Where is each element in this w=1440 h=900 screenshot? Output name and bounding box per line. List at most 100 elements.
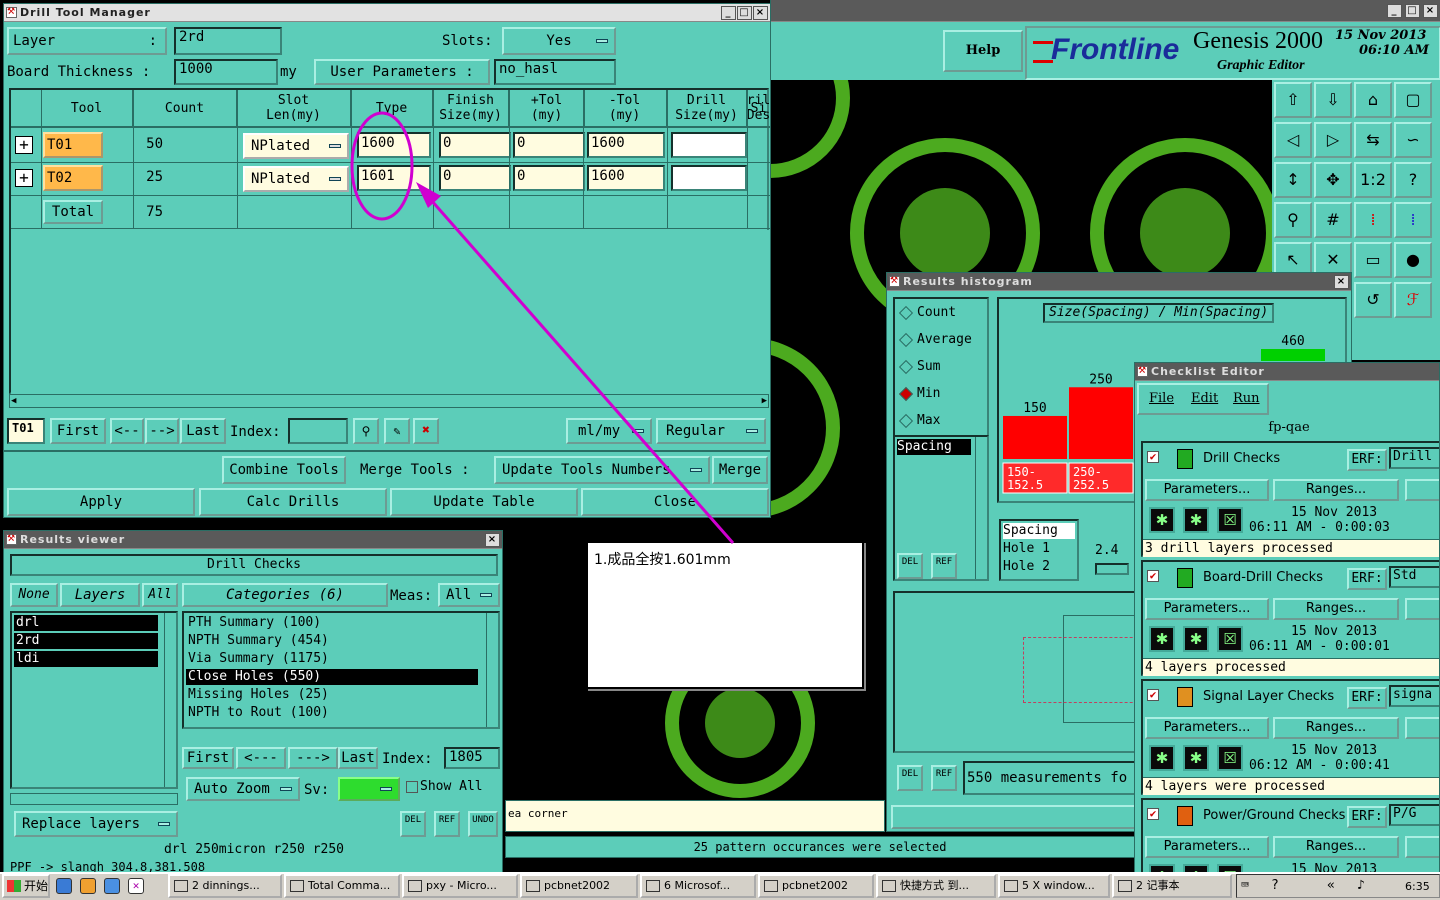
scroll-left-icon[interactable]: ◀ — [11, 396, 16, 406]
taskbar-item[interactable]: pxy - Micro... — [402, 874, 518, 898]
grid-icon[interactable]: # — [1314, 202, 1352, 238]
detail-list-item[interactable]: Hole 2 — [1003, 559, 1075, 575]
type-select[interactable]: NPlated — [243, 166, 349, 192]
rv-del-button[interactable]: DEL — [400, 811, 426, 837]
tray-expand-icon[interactable]: « — [1327, 878, 1335, 893]
rv-undo-button[interactable]: UNDO — [468, 811, 498, 837]
category-list-item[interactable]: Via Summary (1175) — [186, 651, 478, 667]
aggregate-option[interactable]: Average — [898, 330, 972, 350]
check-name[interactable]: Drill Checks — [1203, 451, 1280, 466]
scroll-right-icon[interactable]: ▶ — [762, 396, 767, 406]
column-header[interactable]: Type — [351, 90, 433, 126]
taskbar-item[interactable]: 2 记事本 — [1112, 874, 1232, 898]
show-results-icon[interactable]: ✱ — [1183, 507, 1209, 533]
hist-ref2-button[interactable]: REF — [931, 765, 957, 791]
check-checkbox[interactable]: ✔ — [1147, 451, 1159, 463]
last-button[interactable]: Last — [180, 418, 226, 444]
delete-icon[interactable]: ✖ — [413, 418, 439, 444]
column-header[interactable]: Finish Size(my) — [433, 90, 509, 126]
ranges-button[interactable]: Ranges... — [1273, 836, 1399, 858]
close-button[interactable]: × — [753, 6, 768, 20]
layer-down-icon[interactable]: ⇩ — [1314, 82, 1352, 118]
categories-button[interactable]: Categories (6) — [182, 583, 388, 607]
cell-drill-des[interactable] — [671, 132, 747, 158]
cell-drill[interactable]: 1600 — [587, 165, 665, 191]
column-header[interactable]: Slot Len(my) — [237, 90, 351, 126]
combine-tools-button[interactable]: Combine Tools — [222, 456, 346, 484]
parameters-button[interactable]: Parameters... — [1145, 836, 1269, 858]
aggregate-option[interactable]: Max — [898, 411, 940, 431]
edit-icon[interactable]: ✎ — [384, 418, 410, 444]
maximize-button[interactable]: □ — [737, 6, 752, 20]
show-results-icon[interactable]: ✱ — [1183, 745, 1209, 771]
histogram-detail-list[interactable]: Spacing Hole 1 Hole 2 — [999, 519, 1079, 581]
rv-next-button[interactable]: ---> — [288, 747, 338, 769]
measure-icon[interactable]: ⚲ — [1274, 202, 1312, 238]
cell-ptol[interactable]: 0 — [439, 165, 511, 191]
check-checkbox[interactable]: ✔ — [1147, 808, 1159, 820]
column-header[interactable]: Tool — [41, 90, 133, 126]
drill-blue-icon[interactable]: ⁞ — [1394, 202, 1432, 238]
meas-select[interactable]: All — [438, 583, 500, 607]
minimize-button[interactable]: _ — [1387, 4, 1402, 18]
drill-red-icon[interactable]: ⁞ — [1354, 202, 1392, 238]
user-params-button[interactable]: User Parameters : — [314, 59, 490, 85]
close-button[interactable]: × — [1334, 275, 1349, 289]
layer-list-item[interactable]: drl — [14, 615, 158, 631]
start-button[interactable]: 开始 — [2, 874, 50, 898]
unit-select[interactable]: ml/my — [566, 418, 652, 444]
histogram-list-item[interactable]: Spacing — [897, 439, 971, 455]
aggregate-option[interactable]: Sum — [898, 357, 940, 377]
ruler-icon[interactable]: ▭ — [1354, 242, 1392, 278]
taskbar-item[interactable]: 2 dinnings... — [168, 874, 282, 898]
run-check-icon[interactable]: ✱ — [1149, 745, 1175, 771]
cell-ntol[interactable]: 0 — [513, 132, 585, 158]
category-list-item[interactable]: Missing Holes (25) — [186, 687, 478, 703]
move-left-icon[interactable]: ◁ — [1274, 122, 1312, 158]
menu-file[interactable]: File — [1149, 391, 1174, 406]
parameters-button[interactable]: Parameters... — [1145, 717, 1269, 739]
merge-button[interactable]: Merge — [712, 456, 768, 484]
taskbar-item[interactable]: Total Comma... — [284, 874, 400, 898]
cell-ntol[interactable]: 0 — [513, 165, 585, 191]
x-icon[interactable]: ✕ — [128, 878, 144, 894]
user-params-field[interactable]: no_hasl — [494, 59, 616, 85]
index-field[interactable] — [288, 418, 348, 444]
check-checkbox[interactable]: ✔ — [1147, 689, 1159, 701]
taskbar-item[interactable]: pcbnet2002 — [758, 874, 874, 898]
layer-up-icon[interactable]: ⇧ — [1274, 82, 1312, 118]
view-results-icon[interactable]: ☒ — [1217, 507, 1243, 533]
ranges-button[interactable]: Ranges... — [1273, 479, 1399, 501]
show-results-icon[interactable]: ✱ — [1183, 626, 1209, 652]
auto-zoom-select[interactable]: Auto Zoom — [186, 777, 300, 801]
check-name[interactable]: Power/Ground Checks — [1203, 808, 1345, 823]
rotate-icon[interactable]: ↺ — [1354, 282, 1392, 318]
all-button[interactable]: All — [142, 583, 178, 607]
maximize-button[interactable]: □ — [1405, 4, 1420, 18]
column-header[interactable]: Drill Size(my) — [667, 90, 747, 126]
category-list-item[interactable]: Close Holes (550) — [186, 669, 478, 685]
first-button[interactable]: First — [50, 418, 106, 444]
run-check-icon[interactable]: ✱ — [1149, 626, 1175, 652]
board-thickness-field[interactable]: 1000 — [174, 59, 278, 85]
category-list-item[interactable]: PTH Summary (100) — [186, 615, 478, 631]
check-name[interactable]: Signal Layer Checks — [1203, 689, 1334, 704]
parameters-button[interactable]: Parameters... — [1145, 598, 1269, 620]
sv-color-select[interactable] — [338, 777, 400, 801]
layer-list-scrollbar[interactable] — [164, 613, 176, 787]
hist-del2-button[interactable]: DEL — [897, 765, 923, 791]
erf-field[interactable]: signa — [1389, 685, 1439, 707]
column-header[interactable]: Count — [133, 90, 237, 126]
tool-id[interactable]: T02 — [43, 165, 103, 191]
cell-drill-des[interactable] — [671, 165, 747, 191]
taskbar-item[interactable]: 快捷方式 到... — [876, 874, 996, 898]
apply-button[interactable]: Apply — [7, 488, 195, 516]
histogram-bar[interactable] — [1069, 387, 1133, 459]
expand-row-icon[interactable]: + — [15, 136, 33, 154]
zoom-box-icon[interactable]: ▢ — [1394, 82, 1432, 118]
layer-list-item[interactable]: 2rd — [14, 633, 158, 649]
fit-vertical-icon[interactable]: ↕ — [1274, 162, 1312, 198]
detail-list-item[interactable]: Spacing — [1003, 523, 1075, 539]
logo-icon[interactable]: ℱ — [1394, 282, 1432, 318]
extra-button[interactable] — [1405, 836, 1439, 858]
